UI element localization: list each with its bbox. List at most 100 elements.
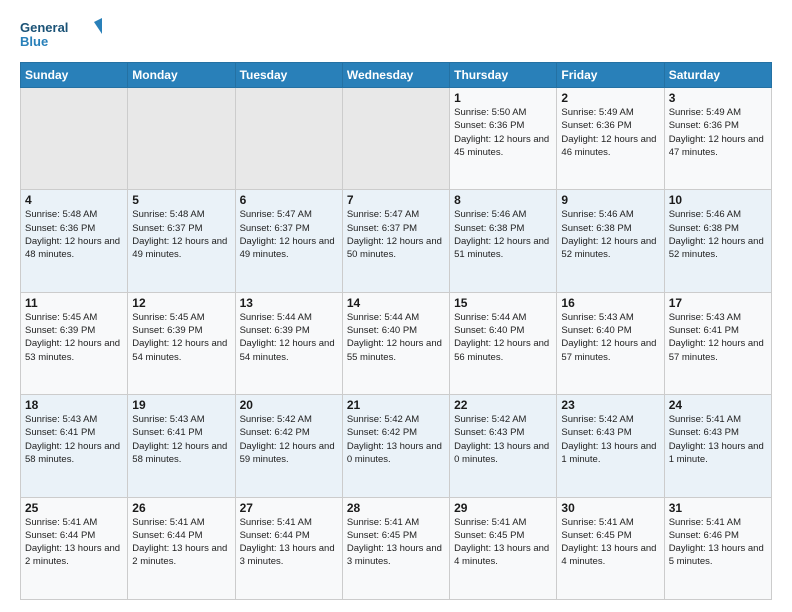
calendar-cell: 18Sunrise: 5:43 AMSunset: 6:41 PMDayligh…: [21, 395, 128, 497]
calendar-cell: 12Sunrise: 5:45 AMSunset: 6:39 PMDayligh…: [128, 292, 235, 394]
calendar-cell: 16Sunrise: 5:43 AMSunset: 6:40 PMDayligh…: [557, 292, 664, 394]
cell-details: Sunrise: 5:47 AMSunset: 6:37 PMDaylight:…: [240, 208, 338, 261]
calendar-cell: 25Sunrise: 5:41 AMSunset: 6:44 PMDayligh…: [21, 497, 128, 599]
calendar-cell: 6Sunrise: 5:47 AMSunset: 6:37 PMDaylight…: [235, 190, 342, 292]
col-header-monday: Monday: [128, 63, 235, 88]
cell-details: Sunrise: 5:41 AMSunset: 6:45 PMDaylight:…: [347, 516, 445, 569]
day-number: 22: [454, 398, 552, 412]
svg-text:General: General: [20, 20, 68, 35]
calendar-cell: 9Sunrise: 5:46 AMSunset: 6:38 PMDaylight…: [557, 190, 664, 292]
day-number: 19: [132, 398, 230, 412]
day-number: 15: [454, 296, 552, 310]
cell-details: Sunrise: 5:48 AMSunset: 6:36 PMDaylight:…: [25, 208, 123, 261]
calendar-table: SundayMondayTuesdayWednesdayThursdayFrid…: [20, 62, 772, 600]
day-number: 2: [561, 91, 659, 105]
day-number: 17: [669, 296, 767, 310]
day-number: 12: [132, 296, 230, 310]
calendar-cell: 8Sunrise: 5:46 AMSunset: 6:38 PMDaylight…: [450, 190, 557, 292]
col-header-saturday: Saturday: [664, 63, 771, 88]
day-number: 11: [25, 296, 123, 310]
cell-details: Sunrise: 5:41 AMSunset: 6:44 PMDaylight:…: [240, 516, 338, 569]
day-number: 31: [669, 501, 767, 515]
calendar-cell: 7Sunrise: 5:47 AMSunset: 6:37 PMDaylight…: [342, 190, 449, 292]
calendar-cell: 10Sunrise: 5:46 AMSunset: 6:38 PMDayligh…: [664, 190, 771, 292]
cell-details: Sunrise: 5:44 AMSunset: 6:40 PMDaylight:…: [454, 311, 552, 364]
calendar-cell: 3Sunrise: 5:49 AMSunset: 6:36 PMDaylight…: [664, 88, 771, 190]
cell-details: Sunrise: 5:43 AMSunset: 6:41 PMDaylight:…: [25, 413, 123, 466]
day-number: 27: [240, 501, 338, 515]
cell-details: Sunrise: 5:41 AMSunset: 6:46 PMDaylight:…: [669, 516, 767, 569]
calendar-week-2: 4Sunrise: 5:48 AMSunset: 6:36 PMDaylight…: [21, 190, 772, 292]
day-number: 25: [25, 501, 123, 515]
cell-details: Sunrise: 5:46 AMSunset: 6:38 PMDaylight:…: [454, 208, 552, 261]
cell-details: Sunrise: 5:41 AMSunset: 6:43 PMDaylight:…: [669, 413, 767, 466]
header: General Blue: [20, 16, 772, 52]
day-number: 24: [669, 398, 767, 412]
cell-details: Sunrise: 5:49 AMSunset: 6:36 PMDaylight:…: [561, 106, 659, 159]
cell-details: Sunrise: 5:47 AMSunset: 6:37 PMDaylight:…: [347, 208, 445, 261]
calendar-week-1: 1Sunrise: 5:50 AMSunset: 6:36 PMDaylight…: [21, 88, 772, 190]
calendar-cell: 4Sunrise: 5:48 AMSunset: 6:36 PMDaylight…: [21, 190, 128, 292]
day-number: 29: [454, 501, 552, 515]
calendar-cell: [342, 88, 449, 190]
col-header-wednesday: Wednesday: [342, 63, 449, 88]
cell-details: Sunrise: 5:46 AMSunset: 6:38 PMDaylight:…: [561, 208, 659, 261]
cell-details: Sunrise: 5:41 AMSunset: 6:44 PMDaylight:…: [132, 516, 230, 569]
calendar-cell: 2Sunrise: 5:49 AMSunset: 6:36 PMDaylight…: [557, 88, 664, 190]
calendar-cell: 30Sunrise: 5:41 AMSunset: 6:45 PMDayligh…: [557, 497, 664, 599]
cell-details: Sunrise: 5:44 AMSunset: 6:40 PMDaylight:…: [347, 311, 445, 364]
day-number: 5: [132, 193, 230, 207]
calendar-cell: [235, 88, 342, 190]
col-header-sunday: Sunday: [21, 63, 128, 88]
logo-svg: General Blue: [20, 16, 110, 52]
day-number: 16: [561, 296, 659, 310]
day-number: 18: [25, 398, 123, 412]
day-number: 7: [347, 193, 445, 207]
cell-details: Sunrise: 5:42 AMSunset: 6:43 PMDaylight:…: [454, 413, 552, 466]
calendar-cell: 13Sunrise: 5:44 AMSunset: 6:39 PMDayligh…: [235, 292, 342, 394]
logo: General Blue: [20, 16, 110, 52]
calendar-cell: 5Sunrise: 5:48 AMSunset: 6:37 PMDaylight…: [128, 190, 235, 292]
cell-details: Sunrise: 5:43 AMSunset: 6:41 PMDaylight:…: [669, 311, 767, 364]
calendar-cell: 23Sunrise: 5:42 AMSunset: 6:43 PMDayligh…: [557, 395, 664, 497]
day-number: 13: [240, 296, 338, 310]
calendar-cell: 20Sunrise: 5:42 AMSunset: 6:42 PMDayligh…: [235, 395, 342, 497]
calendar-cell: 31Sunrise: 5:41 AMSunset: 6:46 PMDayligh…: [664, 497, 771, 599]
cell-details: Sunrise: 5:46 AMSunset: 6:38 PMDaylight:…: [669, 208, 767, 261]
cell-details: Sunrise: 5:48 AMSunset: 6:37 PMDaylight:…: [132, 208, 230, 261]
col-header-tuesday: Tuesday: [235, 63, 342, 88]
cell-details: Sunrise: 5:43 AMSunset: 6:41 PMDaylight:…: [132, 413, 230, 466]
col-header-friday: Friday: [557, 63, 664, 88]
day-number: 14: [347, 296, 445, 310]
calendar-cell: [128, 88, 235, 190]
calendar-cell: 11Sunrise: 5:45 AMSunset: 6:39 PMDayligh…: [21, 292, 128, 394]
day-number: 28: [347, 501, 445, 515]
cell-details: Sunrise: 5:41 AMSunset: 6:45 PMDaylight:…: [561, 516, 659, 569]
calendar-cell: 17Sunrise: 5:43 AMSunset: 6:41 PMDayligh…: [664, 292, 771, 394]
calendar-cell: 14Sunrise: 5:44 AMSunset: 6:40 PMDayligh…: [342, 292, 449, 394]
cell-details: Sunrise: 5:42 AMSunset: 6:43 PMDaylight:…: [561, 413, 659, 466]
day-number: 30: [561, 501, 659, 515]
day-number: 23: [561, 398, 659, 412]
cell-details: Sunrise: 5:41 AMSunset: 6:44 PMDaylight:…: [25, 516, 123, 569]
calendar-cell: 24Sunrise: 5:41 AMSunset: 6:43 PMDayligh…: [664, 395, 771, 497]
day-number: 4: [25, 193, 123, 207]
day-number: 8: [454, 193, 552, 207]
calendar-cell: [21, 88, 128, 190]
calendar-cell: 21Sunrise: 5:42 AMSunset: 6:42 PMDayligh…: [342, 395, 449, 497]
day-number: 9: [561, 193, 659, 207]
calendar-cell: 1Sunrise: 5:50 AMSunset: 6:36 PMDaylight…: [450, 88, 557, 190]
day-number: 1: [454, 91, 552, 105]
calendar-cell: 22Sunrise: 5:42 AMSunset: 6:43 PMDayligh…: [450, 395, 557, 497]
col-header-thursday: Thursday: [450, 63, 557, 88]
day-number: 26: [132, 501, 230, 515]
calendar-cell: 28Sunrise: 5:41 AMSunset: 6:45 PMDayligh…: [342, 497, 449, 599]
cell-details: Sunrise: 5:45 AMSunset: 6:39 PMDaylight:…: [25, 311, 123, 364]
day-number: 6: [240, 193, 338, 207]
calendar-cell: 19Sunrise: 5:43 AMSunset: 6:41 PMDayligh…: [128, 395, 235, 497]
calendar-cell: 27Sunrise: 5:41 AMSunset: 6:44 PMDayligh…: [235, 497, 342, 599]
day-number: 10: [669, 193, 767, 207]
day-number: 20: [240, 398, 338, 412]
cell-details: Sunrise: 5:42 AMSunset: 6:42 PMDaylight:…: [240, 413, 338, 466]
page: General Blue SundayMondayTuesdayWednesda…: [0, 0, 792, 612]
